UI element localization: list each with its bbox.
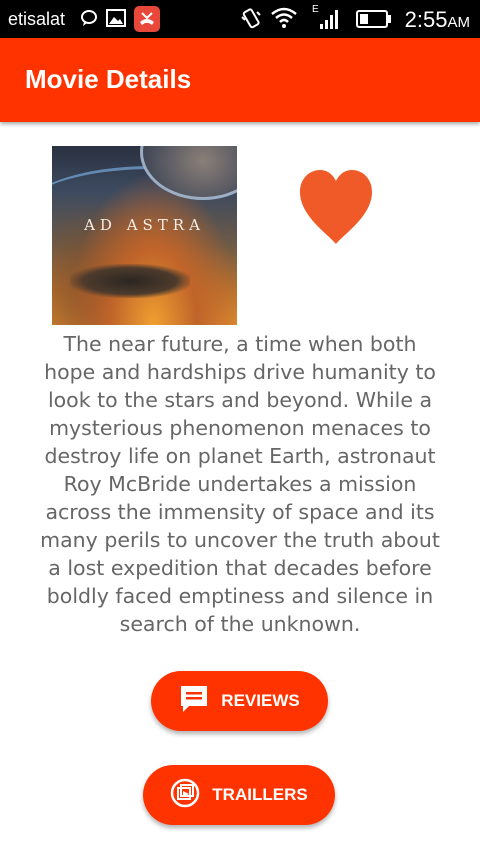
poster-rover — [70, 264, 190, 298]
battery-icon — [356, 10, 392, 33]
gallery-icon — [106, 9, 126, 32]
status-time-value: 2:55 — [404, 7, 448, 32]
movie-overview: The near future, a time when both hope a… — [40, 332, 440, 636]
trailers-label: TRAILLERS — [212, 785, 308, 804]
reviews-button[interactable]: REVIEWS — [151, 671, 328, 731]
status-bar: etisalat E 2:55AM — [0, 0, 480, 38]
status-time-ampm: AM — [447, 14, 471, 31]
missed-call-icon — [134, 6, 160, 37]
reviews-label: REVIEWS — [221, 691, 300, 710]
app-bar: Movie Details — [0, 38, 480, 122]
status-time: 2:55AM — [405, 7, 470, 33]
favorite-button[interactable] — [298, 168, 374, 246]
comment-icon — [179, 684, 209, 719]
message-icon — [80, 9, 98, 32]
signal-icon — [318, 8, 340, 35]
play-video-icon — [170, 778, 200, 813]
heart-icon — [300, 170, 372, 244]
movie-poster: AD ASTRA — [52, 146, 237, 325]
poster-title: AD ASTRA — [84, 216, 205, 234]
page-title: Movie Details — [25, 64, 192, 94]
wifi-icon — [270, 7, 298, 34]
carrier-name: etisalat — [8, 9, 66, 29]
vibrate-icon — [240, 7, 262, 36]
trailers-button[interactable]: TRAILLERS — [143, 765, 335, 825]
